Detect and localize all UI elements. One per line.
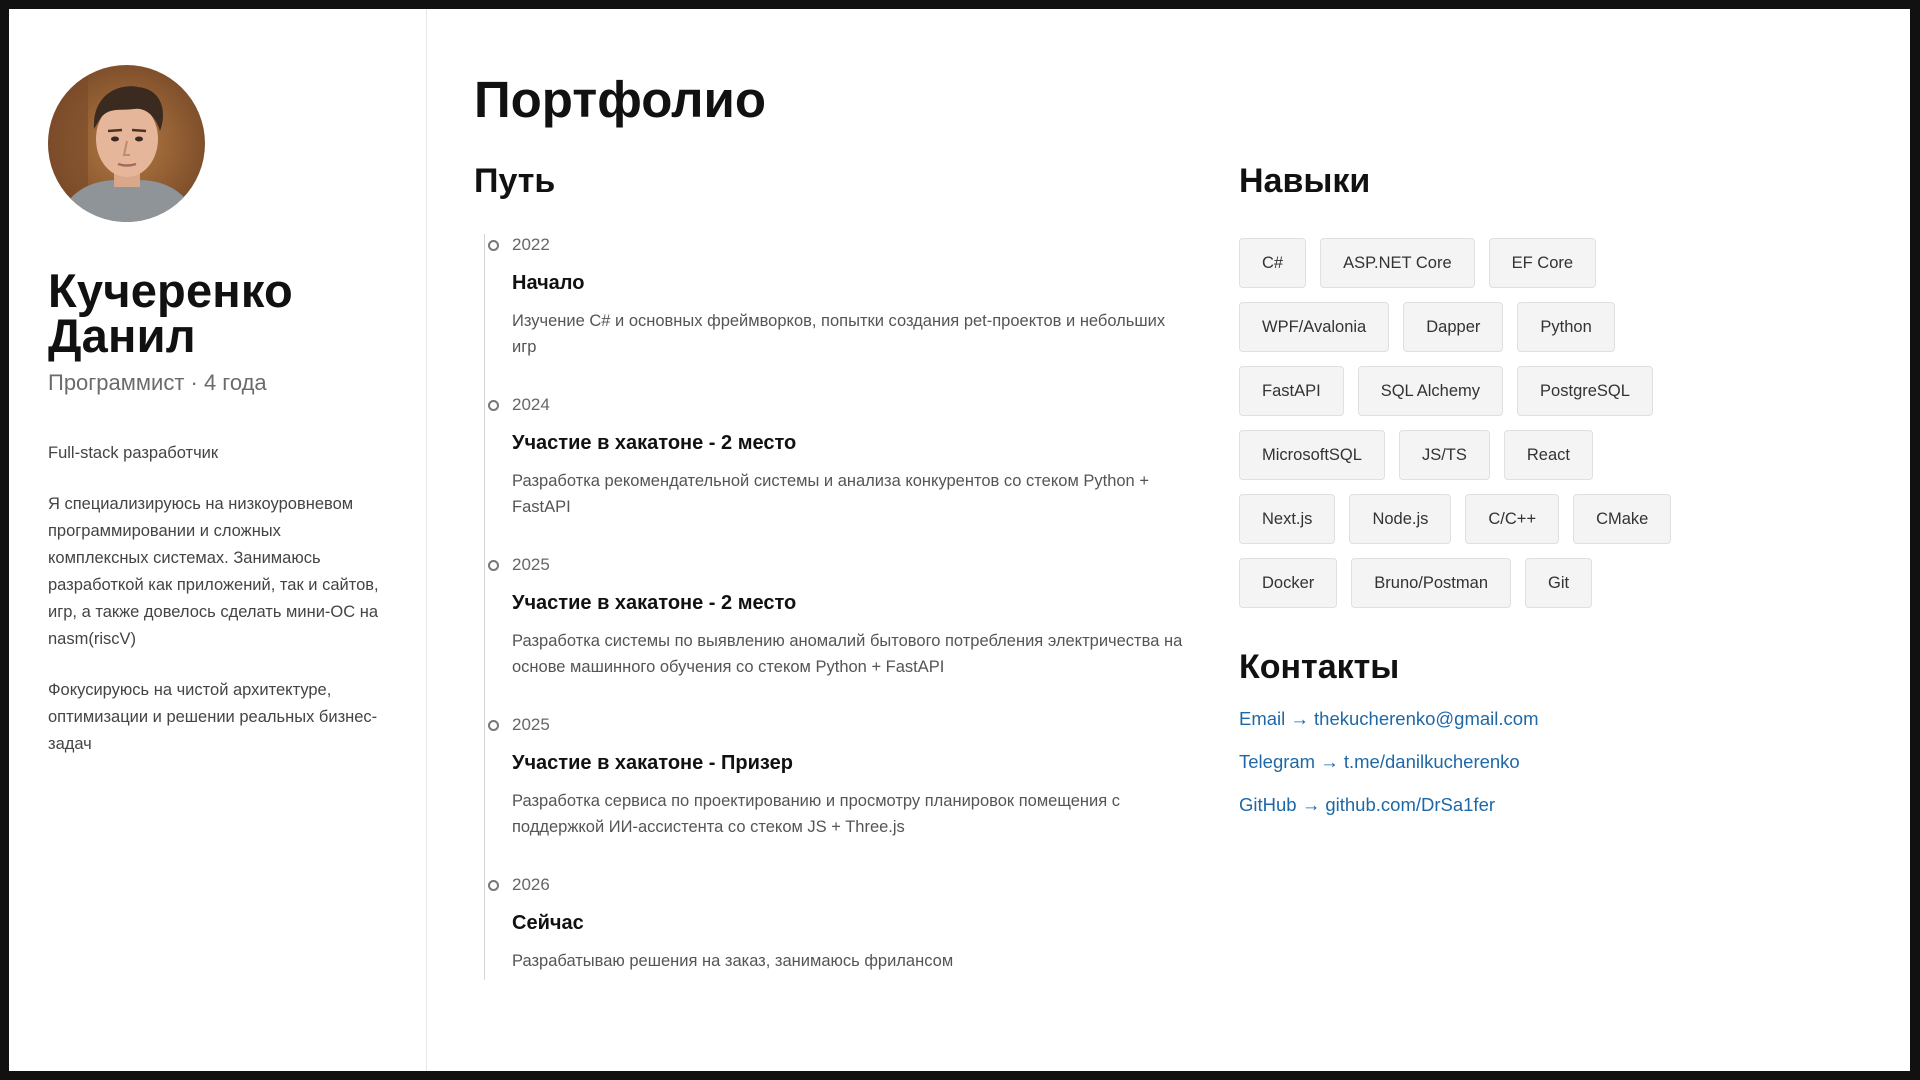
skills-contacts-section: Навыки C# ASP.NET Core EF Core WPF/Avalo… [1239,158,1870,980]
skill-chip: SQL Alchemy [1357,366,1504,416]
profile-name-line1: Кучеренко [48,264,293,317]
sidebar: Кучеренко Данил Программист · 4 года Ful… [9,9,427,1071]
timeline-item: 2022 Начало Изучение C# и основных фрейм… [488,234,1194,360]
timeline-item: 2026 Сейчас Разрабатываю решения на зака… [488,874,1194,974]
main-content: Портфолио Путь 2022 Начало Изучение C# и… [427,9,1910,1071]
skill-chip: EF Core [1488,238,1597,288]
timeline-desc: Разрабатываю решения на заказ, занимаюсь… [512,952,954,970]
skill-chip: Next.js [1239,494,1336,544]
skill-chip: Docker [1239,558,1338,608]
portfolio-window: Кучеренко Данил Программист · 4 года Ful… [9,9,1910,1071]
github-link[interactable]: GitHub → github.com/DrSa1fer [1239,792,1870,818]
bio-paragraph: Я специализируюсь на низкоуровневом прог… [48,495,379,648]
skill-chip: FastAPI [1239,366,1344,416]
skill-chip: MicrosoftSQL [1239,430,1385,480]
timeline: 2022 Начало Изучение C# и основных фрейм… [484,234,1194,980]
profile-name: Кучеренко Данил [48,264,386,362]
bio-paragraph: Фокусируюсь на чистой архитектуре, оптим… [48,681,378,753]
skill-chip: Dapper [1403,302,1504,352]
skills-title: Навыки [1239,162,1371,200]
skill-chip: PostgreSQL [1517,366,1653,416]
skills-list: C# ASP.NET Core EF Core WPF/Avalonia Dap… [1239,238,1679,608]
path-section: Путь 2022 Начало Изучение C# и основных … [474,158,1239,980]
content-columns: Путь 2022 Начало Изучение C# и основных … [474,158,1870,980]
timeline-title: Участие в хакатоне - 2 место [512,432,797,454]
skill-chip: WPF/Avalonia [1239,302,1390,352]
profile-name-line2: Данил [48,309,196,362]
skill-chip: Python [1517,302,1615,352]
skill-chip: React [1503,430,1593,480]
timeline-dot-icon [488,560,499,571]
timeline-desc: Разработка системы по выявлению аномалий… [512,632,1183,676]
page-title: Портфолио [474,71,767,128]
timeline-year: 2024 [512,395,550,414]
bio-paragraph: Full-stack разработчик [48,444,219,462]
contacts-list: Email → thekucherenko@gmail.com Telegram… [1239,706,1870,818]
bio: Full-stack разработчик Я специализируюсь… [48,440,386,758]
timeline-year: 2022 [512,235,550,254]
timeline-year: 2026 [512,875,550,894]
timeline-title: Участие в хакатоне - 2 место [512,592,797,614]
timeline-dot-icon [488,720,499,731]
email-link[interactable]: Email → thekucherenko@gmail.com [1239,706,1870,732]
path-title: Путь [474,162,556,200]
skill-chip: CMake [1573,494,1672,544]
skill-chip: ASP.NET Core [1320,238,1475,288]
timeline-dot-icon [488,880,499,891]
skill-chip: Node.js [1349,494,1452,544]
timeline-desc: Разработка сервиса по проектированию и п… [512,792,1121,836]
skill-chip: C/C++ [1465,494,1560,544]
timeline-title: Участие в хакатоне - Призер [512,752,793,774]
timeline-year: 2025 [512,715,550,734]
avatar [48,65,205,222]
timeline-dot-icon [488,240,499,251]
skill-chip: C# [1239,238,1307,288]
timeline-title: Начало [512,272,585,294]
avatar-photo [48,65,205,222]
timeline-item: 2025 Участие в хакатоне - Призер Разрабо… [488,714,1194,840]
contacts-title: Контакты [1239,648,1400,686]
skill-chip: Git [1525,558,1593,608]
timeline-item: 2025 Участие в хакатоне - 2 место Разраб… [488,554,1194,680]
profile-subtitle: Программист · 4 года [48,370,267,395]
skill-chip: Bruno/Postman [1351,558,1511,608]
timeline-dot-icon [488,400,499,411]
telegram-link[interactable]: Telegram → t.me/danilkucherenko [1239,749,1870,775]
skill-chip: JS/TS [1398,430,1490,480]
timeline-item: 2024 Участие в хакатоне - 2 место Разраб… [488,394,1194,520]
timeline-title: Сейчас [512,912,584,934]
timeline-desc: Разработка рекомендательной системы и ан… [512,472,1149,516]
timeline-year: 2025 [512,555,550,574]
timeline-desc: Изучение C# и основных фреймворков, попы… [512,312,1166,356]
